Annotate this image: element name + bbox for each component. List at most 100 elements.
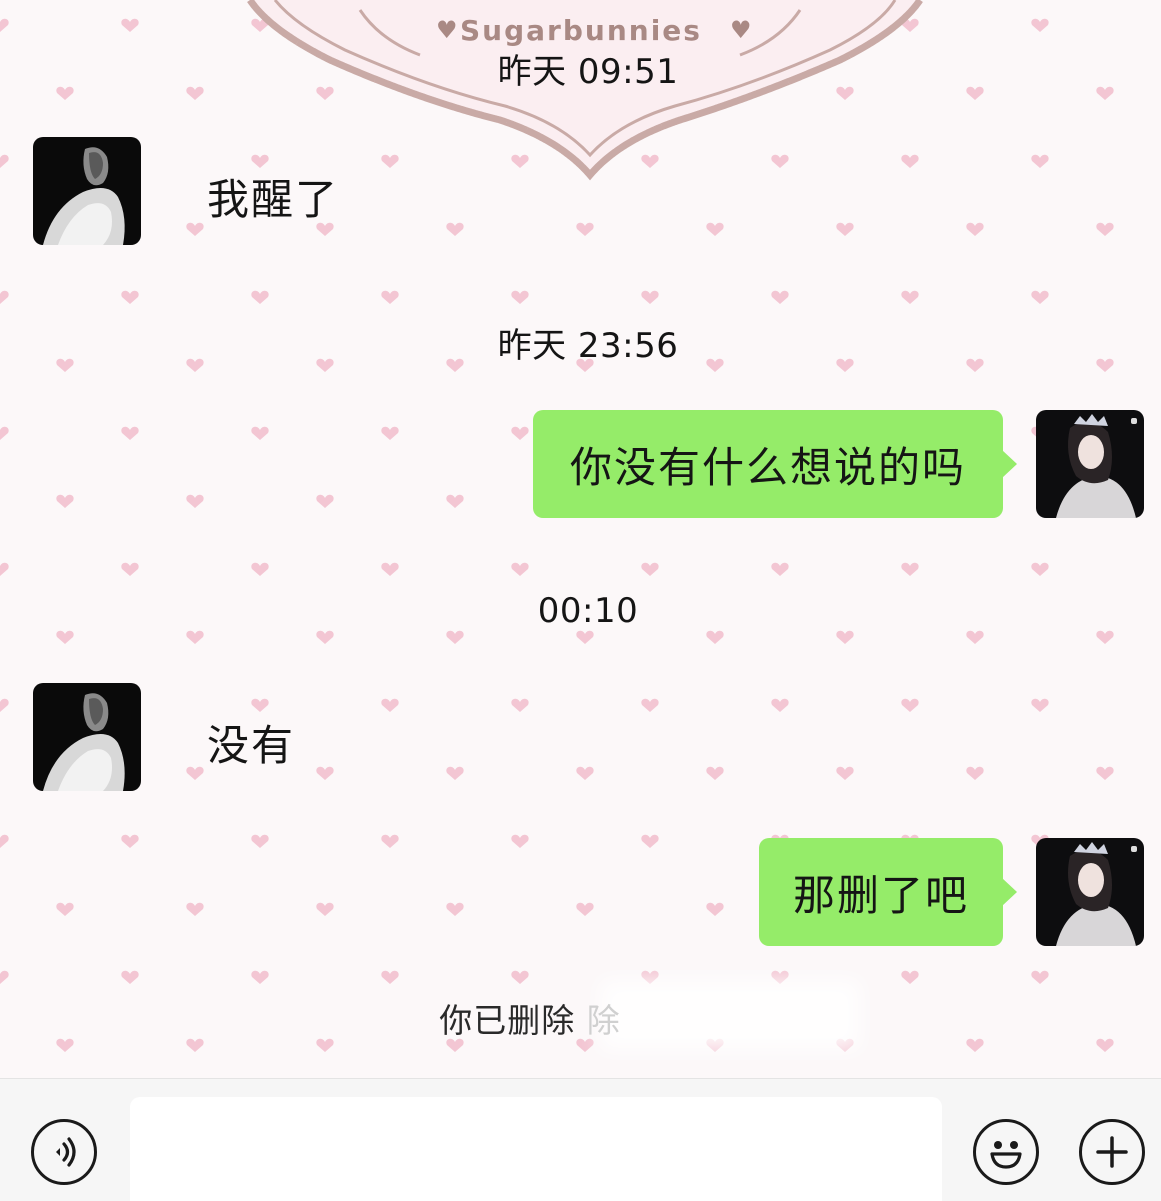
heart-icon xyxy=(966,358,984,372)
heart-icon xyxy=(381,562,399,576)
heart-icon xyxy=(121,834,139,848)
heart-icon xyxy=(0,698,9,712)
heart-icon xyxy=(0,970,9,984)
svg-text:♥: ♥ xyxy=(436,16,458,44)
heart-icon xyxy=(511,970,529,984)
my-message-bubble[interactable]: 那删了吧 xyxy=(759,838,1017,946)
heart-icon xyxy=(251,426,269,440)
heart-icon xyxy=(56,358,74,372)
heart-icon xyxy=(511,426,529,440)
system-notice: 你已删除 除 xyxy=(439,994,621,1042)
heart-icon xyxy=(56,630,74,644)
heart-icon xyxy=(446,630,464,644)
heart-icon xyxy=(446,494,464,508)
heart-icon xyxy=(901,970,919,984)
voice-button[interactable] xyxy=(31,1119,97,1185)
heart-icon xyxy=(641,290,659,304)
heart-icon xyxy=(446,766,464,780)
heart-icon xyxy=(1031,562,1049,576)
plus-icon xyxy=(1096,1136,1128,1168)
heart-icon xyxy=(186,766,204,780)
timestamp: 昨天 23:56 xyxy=(497,326,679,366)
heart-icon xyxy=(0,290,9,304)
heart-icon xyxy=(0,834,9,848)
heart-icon xyxy=(576,630,594,644)
heart-icon xyxy=(641,698,659,712)
heart-icon xyxy=(446,222,464,236)
heart-icon xyxy=(121,290,139,304)
heart-icon xyxy=(966,630,984,644)
heart-icon xyxy=(381,970,399,984)
emoji-button[interactable] xyxy=(973,1119,1039,1185)
heart-icon xyxy=(56,494,74,508)
heart-icon xyxy=(576,766,594,780)
voice-icon xyxy=(56,1137,76,1167)
more-button[interactable] xyxy=(1079,1119,1145,1185)
heart-icon xyxy=(446,902,464,916)
heart-icon xyxy=(836,630,854,644)
heart-icon xyxy=(186,1038,204,1052)
heart-icon xyxy=(381,834,399,848)
heart-icon xyxy=(901,290,919,304)
chat-background: ♥ ♥ Sugarbunnies 昨天 09:51 我醒了 昨天 23:56 你… xyxy=(0,0,1161,1078)
banner-text: Sugarbunnies xyxy=(460,14,702,47)
heart-icon xyxy=(186,358,204,372)
heart-icon xyxy=(251,698,269,712)
heart-icon xyxy=(316,1038,334,1052)
heart-icon xyxy=(121,426,139,440)
emoji-icon xyxy=(990,1141,1022,1169)
heart-icon xyxy=(381,426,399,440)
timestamp: 昨天 09:51 xyxy=(497,52,679,92)
my-avatar[interactable] xyxy=(1036,838,1144,946)
heart-icon xyxy=(121,562,139,576)
heart-icon xyxy=(901,698,919,712)
heart-icon xyxy=(706,630,724,644)
heart-icon xyxy=(706,358,724,372)
heart-icon xyxy=(1031,970,1049,984)
system-notice-faded-text: 除 xyxy=(586,1001,621,1040)
heart-icon xyxy=(1096,222,1114,236)
heart-icon xyxy=(251,834,269,848)
my-avatar[interactable] xyxy=(1036,410,1144,518)
heart-icon xyxy=(836,766,854,780)
my-message-bubble[interactable]: 你没有什么想说的吗 xyxy=(533,410,1017,518)
heart-icon xyxy=(0,562,9,576)
message-input[interactable] xyxy=(130,1097,942,1201)
heart-icon xyxy=(446,358,464,372)
heart-icon xyxy=(1031,698,1049,712)
heart-icon xyxy=(56,1038,74,1052)
message-text[interactable]: 没有 xyxy=(207,712,295,773)
input-bar xyxy=(0,1078,1161,1201)
system-notice-text: 你已删除 xyxy=(439,1001,576,1040)
heart-icon xyxy=(1096,766,1114,780)
heart-icon xyxy=(706,766,724,780)
heart-icon xyxy=(186,630,204,644)
message-text[interactable]: 我醒了 xyxy=(207,166,339,227)
sugarbunnies-banner: ♥ ♥ Sugarbunnies xyxy=(247,0,923,181)
contact-avatar[interactable] xyxy=(33,137,141,245)
heart-icon xyxy=(316,766,334,780)
heart-icon xyxy=(771,562,789,576)
heart-icon xyxy=(316,494,334,508)
heart-icon xyxy=(381,698,399,712)
contact-avatar[interactable] xyxy=(33,683,141,791)
heart-icon xyxy=(1096,358,1114,372)
heart-icon xyxy=(316,630,334,644)
heart-icon xyxy=(186,222,204,236)
heart-icon xyxy=(771,290,789,304)
heart-icon xyxy=(511,562,529,576)
heart-icon xyxy=(186,494,204,508)
heart-icon xyxy=(511,834,529,848)
heart-icon xyxy=(121,970,139,984)
heart-icon xyxy=(1096,630,1114,644)
heart-icon xyxy=(576,222,594,236)
heart-icon xyxy=(576,902,594,916)
heart-icon xyxy=(966,766,984,780)
heart-icon xyxy=(251,970,269,984)
heart-icon xyxy=(251,290,269,304)
heart-icon xyxy=(706,902,724,916)
heart-icon xyxy=(1096,1038,1114,1052)
heart-icon xyxy=(251,562,269,576)
heart-icon xyxy=(966,1038,984,1052)
heart-icon xyxy=(0,426,9,440)
